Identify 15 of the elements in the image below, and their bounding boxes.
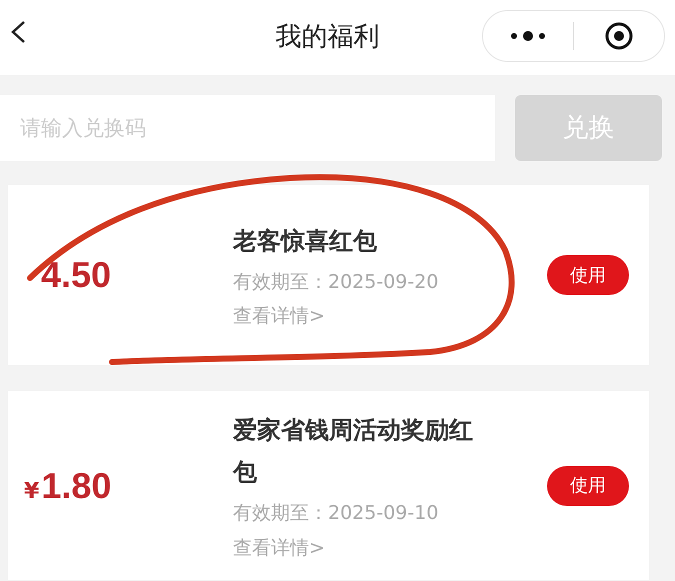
back-icon[interactable] bbox=[10, 20, 26, 44]
coupon-title: 老客惊喜红包 bbox=[233, 226, 378, 256]
use-button[interactable]: 使用 bbox=[547, 255, 629, 295]
details-link[interactable]: 查看详情> bbox=[233, 534, 537, 562]
close-icon[interactable] bbox=[604, 21, 634, 51]
coupon-amount: 4.50 bbox=[41, 253, 112, 297]
details-link[interactable]: 查看详情> bbox=[233, 302, 537, 330]
page-title: 我的福利 bbox=[276, 21, 380, 54]
currency-symbol: ¥ bbox=[24, 478, 40, 506]
coupon-title: 爱家省钱周活动奖励红包 bbox=[233, 415, 474, 488]
use-button[interactable]: 使用 bbox=[547, 466, 629, 506]
coupon-amount: 1.80 bbox=[41, 464, 112, 508]
expiry-date: 有效期至：2025-09-10 bbox=[233, 501, 440, 526]
more-icon[interactable] bbox=[508, 30, 548, 42]
expiry-date: 有效期至：2025-09-20 bbox=[233, 270, 440, 294]
